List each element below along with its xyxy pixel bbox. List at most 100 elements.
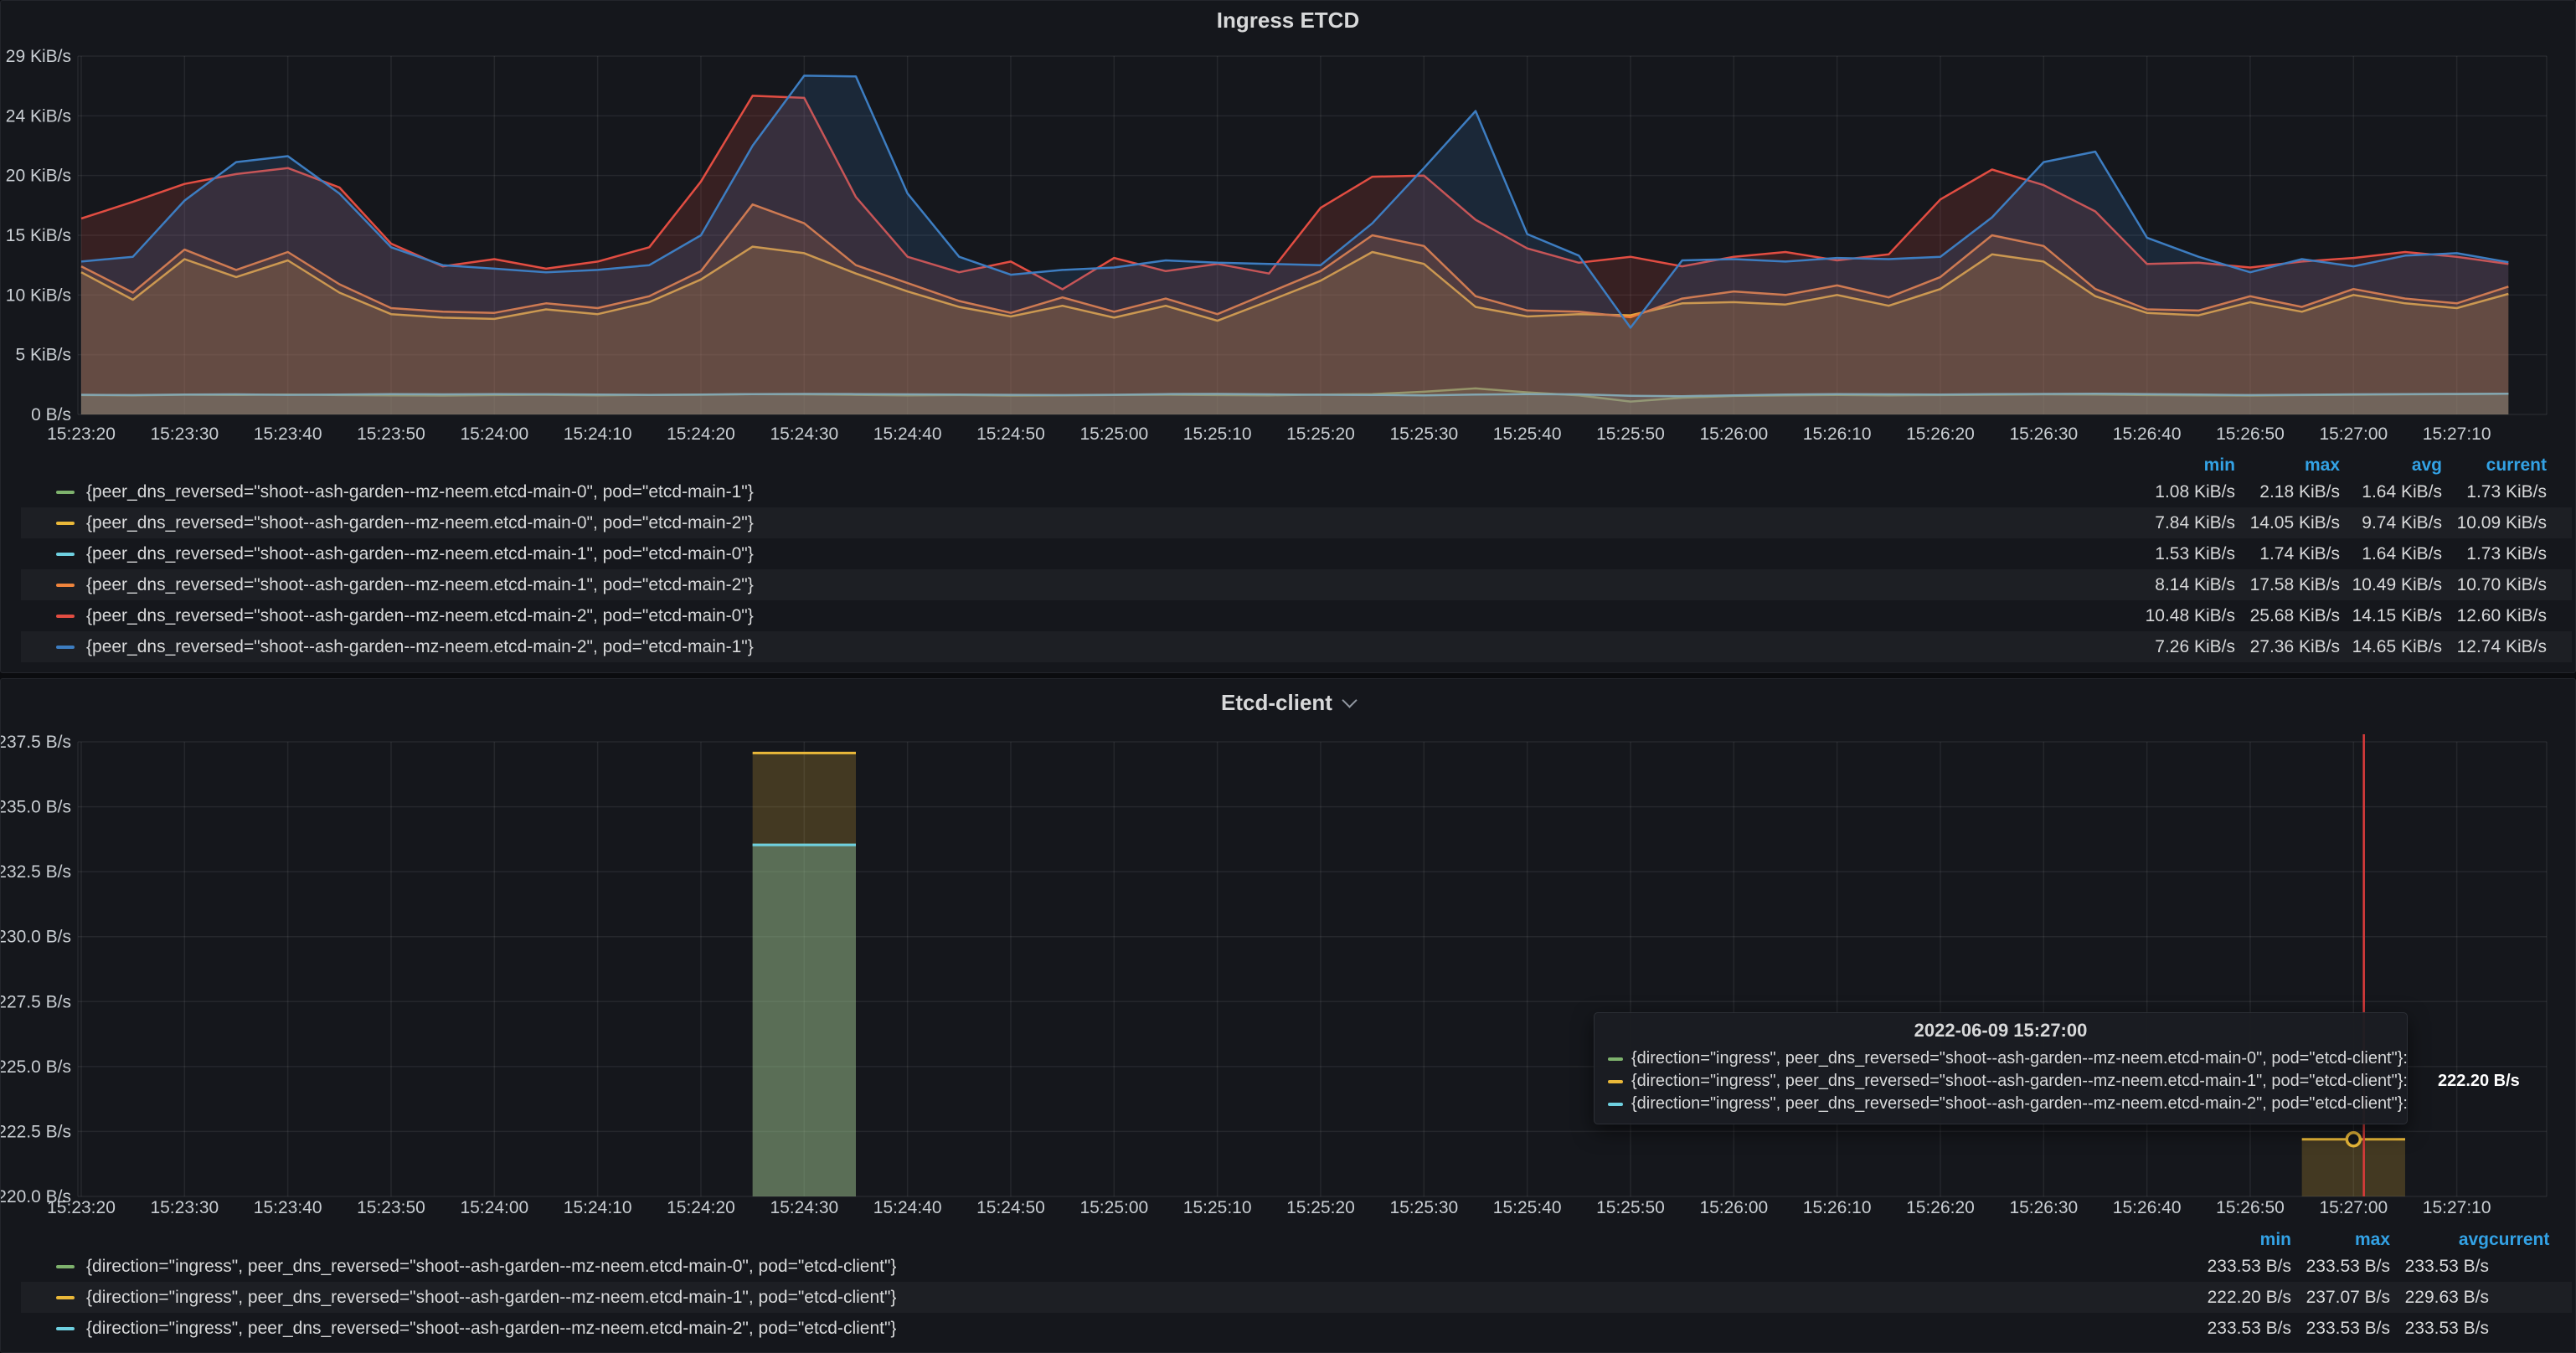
legend-stat-avg: 1.64 KiB/s <box>2340 482 2442 502</box>
x-axis-tick: 15:25:20 <box>1286 424 1355 444</box>
legend-stat-avg: 233.53 B/s <box>2390 1257 2489 1277</box>
legend-header-current[interactable]: current <box>2442 455 2547 476</box>
series-color-dash-icon <box>56 491 75 494</box>
y-axis-tick: 20 KiB/s <box>6 167 71 186</box>
y-axis-tick: 232.5 B/s <box>1 862 71 882</box>
panel-title-ingress-etcd[interactable]: Ingress ETCD <box>1 1 2575 39</box>
y-axis-tick: 237.5 B/s <box>1 733 71 752</box>
legend-series-name: {direction="ingress", peer_dns_reversed=… <box>86 1288 896 1308</box>
x-axis-tick: 15:24:10 <box>564 1198 632 1217</box>
legend-stat-min: 7.84 KiB/s <box>2118 513 2235 533</box>
legend-stat-current: 10.70 KiB/s <box>2442 575 2547 595</box>
x-axis-tick: 15:23:50 <box>357 424 425 444</box>
x-axis-tick: 15:25:50 <box>1596 1198 1665 1217</box>
legend-header-current[interactable]: current <box>2489 1230 2546 1250</box>
legend-stat-avg: 229.63 B/s <box>2390 1288 2489 1308</box>
legend-header-min[interactable]: min <box>2118 455 2235 476</box>
ingress-etcd-chart[interactable]: 29 KiB/s24 KiB/s20 KiB/s15 KiB/s10 KiB/s… <box>1 1 2576 453</box>
legend-series-label[interactable]: {peer_dns_reversed="shoot--ash-garden--m… <box>21 637 2118 657</box>
legend-stat-current: 10.09 KiB/s <box>2442 513 2547 533</box>
legend-series-label[interactable]: {peer_dns_reversed="shoot--ash-garden--m… <box>21 575 2118 595</box>
tooltip-rows: {direction="ingress", peer_dns_reversed=… <box>1608 1047 2393 1115</box>
x-axis-tick: 15:24:40 <box>873 424 942 444</box>
legend-row: {peer_dns_reversed="shoot--ash-garden--m… <box>21 476 2572 507</box>
legend-stat-min: 1.08 KiB/s <box>2118 482 2235 502</box>
x-axis-tick: 15:25:00 <box>1079 1198 1148 1217</box>
y-axis-tick: 227.5 B/s <box>1 992 71 1011</box>
legend-stat-min: 233.53 B/s <box>2174 1257 2291 1277</box>
legend-series-name: {peer_dns_reversed="shoot--ash-garden--m… <box>86 482 754 502</box>
chart-tooltip: 2022-06-09 15:27:00 {direction="ingress"… <box>1594 1012 2408 1124</box>
panel-title-etcd-client[interactable]: Etcd-client <box>1 679 2575 726</box>
legend-row: {peer_dns_reversed="shoot--ash-garden--m… <box>21 538 2572 569</box>
x-axis-tick: 15:27:10 <box>2423 1198 2491 1217</box>
x-axis-tick: 15:27:00 <box>2319 424 2388 444</box>
point-marker <box>2347 1133 2360 1146</box>
legend-header-avg[interactable]: avg <box>2390 1230 2489 1250</box>
x-axis-tick: 15:24:00 <box>460 1198 528 1217</box>
legend-stat-max: 2.18 KiB/s <box>2235 482 2340 502</box>
panel-title-text: Ingress ETCD <box>1217 8 1360 33</box>
legend-series-label[interactable]: {peer_dns_reversed="shoot--ash-garden--m… <box>21 606 2118 626</box>
x-axis-tick: 15:24:00 <box>460 424 528 444</box>
y-axis-tick: 0 B/s <box>31 405 71 424</box>
legend-series-label[interactable]: {peer_dns_reversed="shoot--ash-garden--m… <box>21 513 2118 533</box>
x-axis-tick: 15:24:30 <box>770 1198 838 1217</box>
legend-header-max[interactable]: max <box>2235 455 2340 476</box>
x-axis-tick: 15:26:20 <box>1906 424 1975 444</box>
legend-row: {direction="ingress", peer_dns_reversed=… <box>21 1251 2572 1282</box>
tooltip-series-label: {direction="ingress", peer_dns_reversed=… <box>1631 1049 2408 1068</box>
y-axis-tick: 29 KiB/s <box>6 47 71 66</box>
series-2 <box>753 845 856 1196</box>
legend-header-avg[interactable]: avg <box>2340 455 2442 476</box>
tooltip-row: {direction="ingress", peer_dns_reversed=… <box>1608 1047 2393 1070</box>
series-color-dash-icon <box>1608 1057 1623 1061</box>
legend-stat-max: 233.53 B/s <box>2291 1257 2390 1277</box>
x-axis-tick: 15:25:50 <box>1596 424 1665 444</box>
legend-series-label[interactable]: {peer_dns_reversed="shoot--ash-garden--m… <box>21 482 2118 502</box>
legend-stat-current: 12.74 KiB/s <box>2442 637 2547 657</box>
legend-series-label[interactable]: {direction="ingress", peer_dns_reversed=… <box>21 1319 2174 1339</box>
legend-row: {direction="ingress", peer_dns_reversed=… <box>21 1282 2572 1313</box>
series-color-dash-icon <box>56 553 75 556</box>
y-axis-tick: 235.0 B/s <box>1 798 71 817</box>
x-axis-tick: 15:24:20 <box>667 424 735 444</box>
legend-stat-current: 12.60 KiB/s <box>2442 606 2547 626</box>
x-axis-tick: 15:26:00 <box>1699 1198 1768 1217</box>
chevron-down-icon <box>1342 692 1357 707</box>
legend-row: {peer_dns_reversed="shoot--ash-garden--m… <box>21 600 2572 631</box>
legend-series-label[interactable]: {direction="ingress", peer_dns_reversed=… <box>21 1257 2174 1277</box>
legend-header-min[interactable]: min <box>2174 1230 2291 1250</box>
legend-header: minmaxavgcurrent <box>21 1228 2572 1251</box>
x-axis-tick: 15:25:00 <box>1079 424 1148 444</box>
series-color-dash-icon <box>56 615 75 618</box>
x-axis-tick: 15:24:20 <box>667 1198 735 1217</box>
y-axis-tick: 230.0 B/s <box>1 928 71 947</box>
legend-header-max[interactable]: max <box>2291 1230 2390 1250</box>
y-axis-tick: 10 KiB/s <box>6 286 71 305</box>
x-axis-tick: 15:25:40 <box>1493 1198 1562 1217</box>
legend-series-name: {direction="ingress", peer_dns_reversed=… <box>86 1257 896 1277</box>
series-color-dash-icon <box>56 1265 75 1268</box>
legend-stat-avg: 233.53 B/s <box>2390 1319 2489 1339</box>
legend-stat-min: 1.53 KiB/s <box>2118 544 2235 564</box>
x-axis-tick: 15:26:20 <box>1906 1198 1975 1217</box>
series-color-dash-icon <box>1608 1103 1623 1106</box>
etcd-client-chart[interactable]: 237.5 B/s 235.0 B/s 232.5 B/s 230.0 B/s 227.… <box>1 679 2576 1225</box>
legend-series-label[interactable]: {peer_dns_reversed="shoot--ash-garden--m… <box>21 544 2118 564</box>
panel-ingress-etcd: Ingress ETCD 29 KiB/s24 KiB/s20 KiB/s15 … <box>0 0 2576 673</box>
x-axis-tick: 15:25:10 <box>1183 424 1252 444</box>
series-1 <box>753 753 2405 1196</box>
y-axis-tick: 225.0 B/s <box>1 1057 71 1077</box>
x-axis-tick: 15:26:40 <box>2113 424 2182 444</box>
bar <box>753 845 856 1196</box>
legend-stat-max: 17.58 KiB/s <box>2235 575 2340 595</box>
legend-series-label[interactable]: {direction="ingress", peer_dns_reversed=… <box>21 1288 2174 1308</box>
x-axis-tick: 15:25:10 <box>1183 1198 1252 1217</box>
x-axis-tick: 15:24:30 <box>770 424 838 444</box>
series-color-dash-icon <box>56 584 75 587</box>
x-axis-tick: 15:26:30 <box>2009 424 2078 444</box>
legend-series-name: {peer_dns_reversed="shoot--ash-garden--m… <box>86 513 754 533</box>
x-axis-tick: 15:23:40 <box>254 1198 322 1217</box>
x-axis-tick: 15:27:00 <box>2319 1198 2388 1217</box>
